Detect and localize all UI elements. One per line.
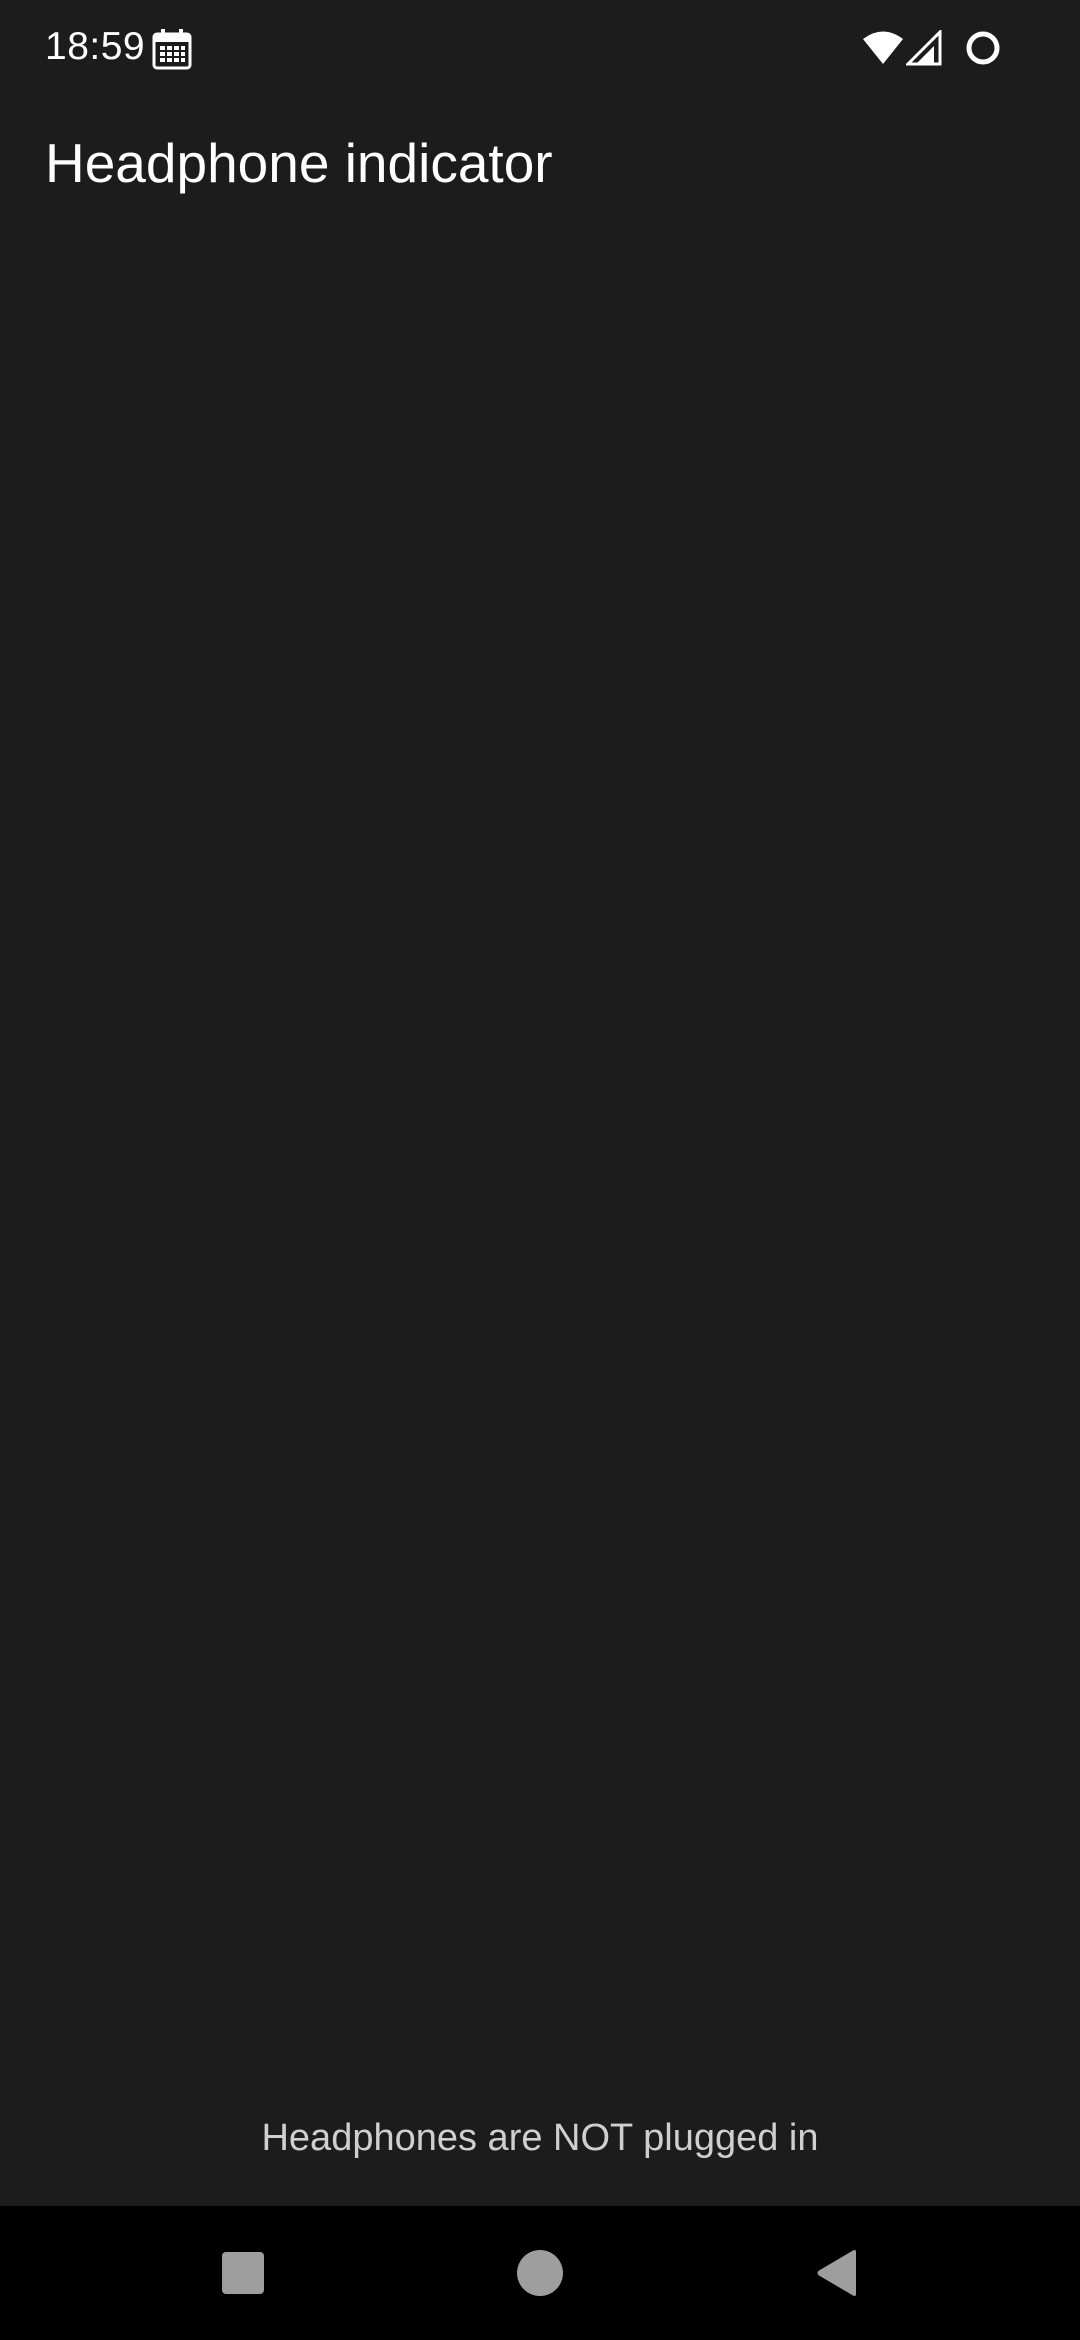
signal-icon: [906, 30, 942, 66]
wifi-icon: [863, 31, 903, 64]
recents-button[interactable]: [198, 2228, 288, 2318]
back-icon: [817, 2250, 856, 2296]
home-icon: [517, 2250, 563, 2296]
status-time: 18:59: [45, 25, 146, 68]
recents-icon: [222, 2252, 264, 2294]
page-title: Headphone indicator: [45, 132, 553, 194]
calendar-icon: [152, 29, 192, 70]
navigation-bar: [0, 2206, 1080, 2340]
status-bar: 18:59: [0, 0, 1080, 96]
home-button[interactable]: [495, 2228, 585, 2318]
battery-icon: [966, 31, 1000, 65]
headphone-status-text: Headphones are NOT plugged in: [261, 2117, 819, 2159]
back-button[interactable]: [792, 2228, 882, 2318]
